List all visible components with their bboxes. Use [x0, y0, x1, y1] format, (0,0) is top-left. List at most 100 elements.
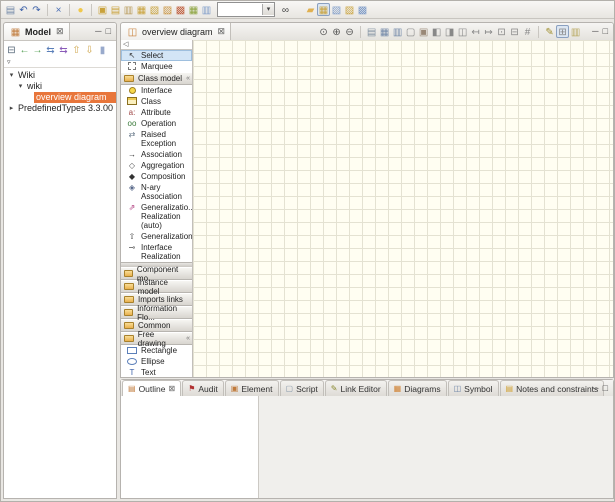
palette-tool-interface[interactable]: Interface [121, 85, 192, 96]
palette-drawer-free-drawing[interactable]: Free drawing« [121, 332, 192, 345]
close-icon[interactable]: ⊠ [218, 26, 226, 37]
align-right-icon[interactable]: ◨ [443, 25, 456, 38]
tree-item-wiki[interactable]: ▾wiki [4, 81, 116, 92]
move-up-icon[interactable]: ⇧ [70, 43, 83, 56]
fit-width-icon[interactable]: ⊟ [508, 25, 521, 38]
new-sequence-diagram-icon[interactable]: ▧ [148, 3, 161, 16]
forward-icon[interactable]: → [31, 43, 44, 56]
chevron-down-icon[interactable]: ▾ [262, 4, 274, 15]
redo-icon[interactable]: ↷ [30, 3, 43, 16]
palette-collapse-icon[interactable]: ◁ [123, 40, 128, 49]
palette-tool-association[interactable]: →Association [121, 149, 192, 160]
new-use-case-diagram-icon[interactable]: ▦ [135, 3, 148, 16]
selection-frame-icon[interactable]: ▢ [404, 25, 417, 38]
zoom-fit-icon[interactable]: ⊙ [317, 25, 330, 38]
expander-icon[interactable]: ▸ [7, 103, 16, 114]
minimize-icon[interactable]: ─ [592, 384, 598, 393]
modeling-perspective-icon[interactable]: ▦ [317, 3, 330, 16]
search-combo-input[interactable]: ▾ [217, 2, 275, 17]
tree-item-wiki[interactable]: ▾Wiki [4, 70, 116, 81]
new-activity-diagram-icon[interactable]: ▩ [174, 3, 187, 16]
save-icon[interactable]: ▤ [4, 3, 17, 16]
model-view-tab[interactable]: ▦ Model ⊠ [4, 23, 70, 40]
palette-tool-n-ary-association[interactable]: ◈N-ary Association [121, 182, 192, 202]
previous-element-icon[interactable]: ⇆ [44, 43, 57, 56]
palette-tool-operation[interactable]: ooOperation [121, 118, 192, 129]
table-perspective-icon[interactable]: ▩ [356, 3, 369, 16]
new-component-diagram-icon[interactable]: ▥ [200, 3, 213, 16]
move-down-icon[interactable]: ⇩ [83, 43, 96, 56]
bottom-tab-symbol[interactable]: ◫Symbol [448, 380, 499, 396]
palette-tool-marquee[interactable]: Marquee [121, 61, 192, 72]
close-icon[interactable]: ⊠ [56, 26, 64, 37]
nudge-right-icon[interactable]: ↦ [482, 25, 495, 38]
palette-tool-attribute[interactable]: a:Attribute [121, 107, 192, 118]
diagram-canvas[interactable] [193, 40, 613, 377]
align-left-icon[interactable]: ◧ [430, 25, 443, 38]
next-element-icon[interactable]: ⇆ [57, 43, 70, 56]
close-icon[interactable]: ⊠ [169, 384, 176, 393]
maximize-icon[interactable]: □ [603, 27, 608, 36]
new-diagram-icon[interactable]: ▣ [96, 3, 109, 16]
properties-icon[interactable]: ▣ [417, 25, 430, 38]
palette-drawer-class-model[interactable]: Class model« [121, 72, 192, 85]
tree-item-overview-diagram[interactable]: overview diagram [4, 92, 116, 103]
zoom-in-icon[interactable]: ⊕ [330, 25, 343, 38]
collapse-all-icon[interactable]: ⊟ [5, 43, 18, 56]
open-perspective-icon[interactable]: ▰ [304, 3, 317, 16]
bottom-tab-outline[interactable]: ▤Outline⊠ [122, 380, 181, 396]
lightbulb-icon[interactable]: ● [74, 3, 87, 16]
palette-tool-interface-realization[interactable]: ⊸Interface Realization [121, 242, 192, 262]
tree-item-predefinedtypes-3-3-00[interactable]: ▸PredefinedTypes 3.3.00 [4, 103, 116, 114]
configure-tools-icon[interactable]: × [52, 3, 65, 16]
minimize-icon[interactable]: ─ [95, 27, 101, 36]
palette-tool-generalization[interactable]: ⇧Generalization [121, 231, 192, 242]
palette-drawer-instance-model[interactable]: Instance model [121, 280, 192, 293]
search-icon[interactable]: ∞ [279, 3, 292, 16]
bottom-tab-audit[interactable]: ⚑Audit [182, 380, 224, 396]
copy-image-icon[interactable]: ▥ [391, 25, 404, 38]
diagram-perspective-icon[interactable]: ▧ [330, 3, 343, 16]
palette-tool-text[interactable]: TText [121, 367, 192, 377]
documentation-perspective-icon[interactable]: ▨ [343, 3, 356, 16]
view-menu-icon[interactable]: ▿ [7, 58, 11, 66]
editor-tab-overview-diagram[interactable]: ◫ overview diagram ⊠ [121, 23, 231, 40]
expander-icon[interactable]: ▾ [16, 81, 25, 92]
save-image-icon[interactable]: ▦ [378, 25, 391, 38]
fit-page-icon[interactable]: ⊡ [495, 25, 508, 38]
new-package-diagram-icon[interactable]: ▥ [122, 3, 135, 16]
print-icon[interactable]: ▤ [365, 25, 378, 38]
new-class-diagram-icon[interactable]: ▤ [109, 3, 122, 16]
palette-tool-raised-exception[interactable]: ⇄Raised Exception [121, 129, 192, 149]
expander-icon[interactable]: ▾ [7, 70, 16, 81]
palette-tool-ellipse[interactable]: Ellipse [121, 356, 192, 367]
zoom-out-icon[interactable]: ⊖ [343, 25, 356, 38]
minimize-icon[interactable]: ─ [592, 27, 598, 36]
maximize-icon[interactable]: □ [106, 27, 111, 36]
clipped-toolbar-icon[interactable]: ▮ [96, 43, 109, 56]
palette-tool-select[interactable]: ↖Select [121, 50, 192, 61]
pin-drawer-icon[interactable]: « [186, 75, 190, 82]
maximize-icon[interactable]: □ [603, 384, 608, 393]
undo-icon[interactable]: ↶ [17, 3, 30, 16]
grid-hash-icon[interactable]: # [521, 25, 534, 38]
palette-tool-aggregation[interactable]: ◇Aggregation [121, 160, 192, 171]
bottom-tab-element[interactable]: ▣Element [225, 380, 279, 396]
show-guides-icon[interactable]: ▥ [569, 25, 582, 38]
edit-mode-icon[interactable]: ✎ [543, 25, 556, 38]
new-deployment-diagram-icon[interactable]: ▦ [187, 3, 200, 16]
new-state-diagram-icon[interactable]: ▨ [161, 3, 174, 16]
palette-tool-generalizatio-realization-auto[interactable]: ⇗Generalizatio... Realization (auto) [121, 202, 192, 231]
pin-drawer-icon[interactable]: « [186, 335, 190, 342]
snap-to-grid-icon[interactable]: ⊞ [556, 25, 569, 38]
bottom-tab-diagrams[interactable]: ▦Diagrams [388, 380, 447, 396]
palette-drawer-information-flo[interactable]: Information Flo... [121, 306, 192, 319]
nudge-left-icon[interactable]: ↤ [469, 25, 482, 38]
palette-icon-slot: T [126, 368, 138, 377]
distribute-icon[interactable]: ◫ [456, 25, 469, 38]
bottom-tab-link-editor[interactable]: ✎Link Editor [325, 380, 387, 396]
back-icon[interactable]: ← [18, 43, 31, 56]
palette-tool-class[interactable]: Class [121, 96, 192, 107]
bottom-tab-script[interactable]: ▢Script [280, 380, 324, 396]
palette-tool-composition[interactable]: ◆Composition [121, 171, 192, 182]
